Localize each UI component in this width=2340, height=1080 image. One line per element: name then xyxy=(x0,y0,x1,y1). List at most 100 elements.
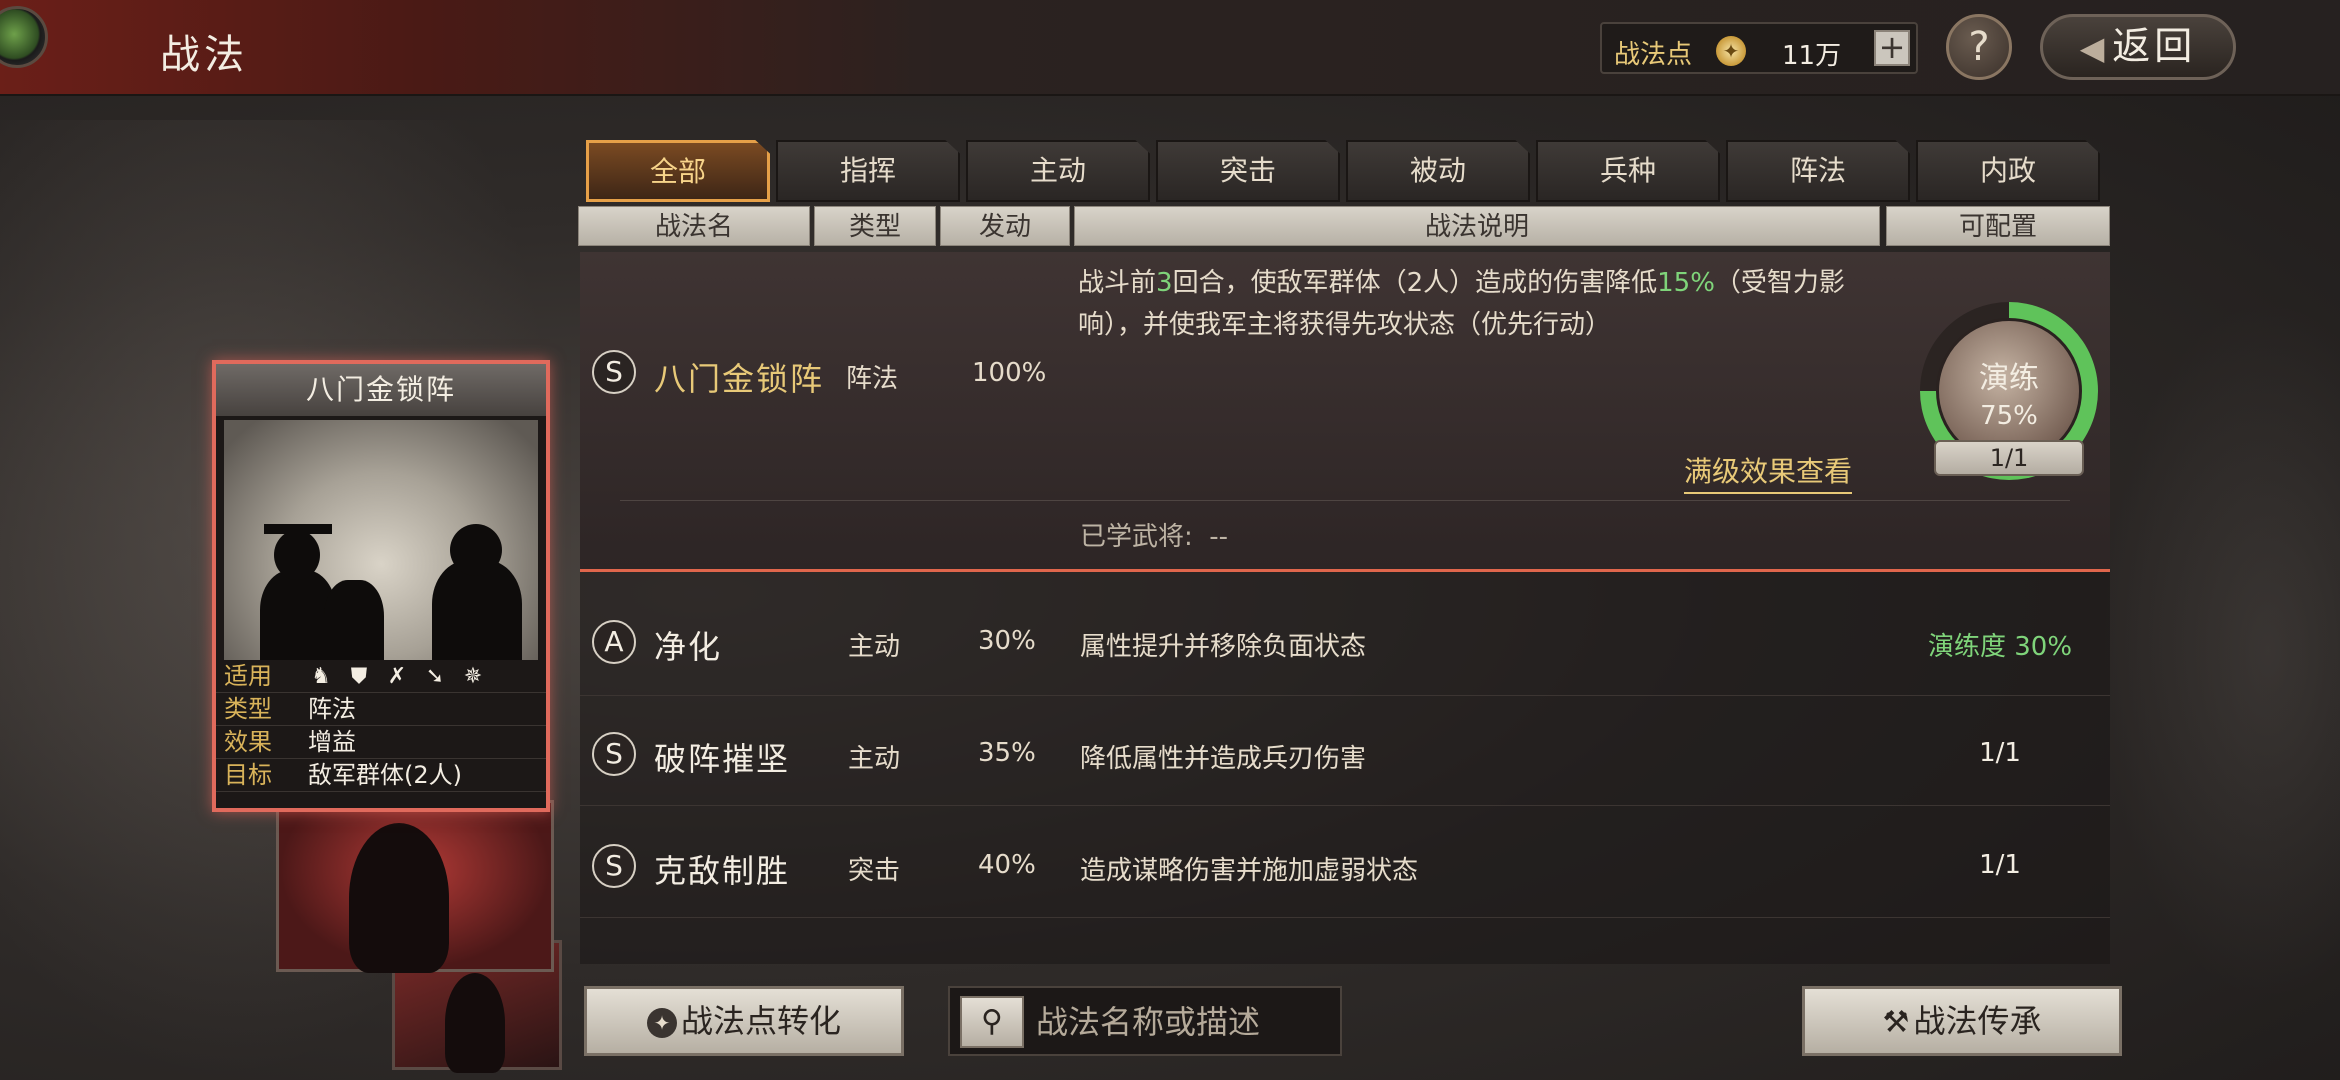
tab-active[interactable]: 主动 xyxy=(966,140,1150,202)
tab-troop[interactable]: 兵种 xyxy=(1536,140,1720,202)
tactic-points-box: 战法点 ✦ 11万 + xyxy=(1600,22,1918,74)
row-divider xyxy=(620,500,2070,501)
column-header-trigger[interactable]: 发动 xyxy=(940,206,1070,246)
tactic-description: 降低属性并造成兵刃伤害 xyxy=(1080,744,1367,774)
learned-label: 已学武将: xyxy=(1080,522,1193,552)
spear-icon: ➘ xyxy=(425,664,445,689)
hat-silhouette xyxy=(264,524,332,534)
top-bar: 战法 战法点 ✦ 11万 + ? ◀ 返回 xyxy=(0,0,2340,96)
convert-points-button[interactable]: ✦ 战法点转化 xyxy=(584,986,904,1056)
cavalry-icon: ♞ xyxy=(311,664,331,689)
inherit-label: 战法传承 xyxy=(1913,1002,2042,1040)
tab-internal[interactable]: 内政 xyxy=(1916,140,2100,202)
figure-silhouette xyxy=(324,580,384,660)
practice-value: 75% xyxy=(1980,401,2038,431)
tab-command[interactable]: 指挥 xyxy=(776,140,960,202)
tactic-name: 破阵摧坚 xyxy=(654,740,791,778)
prop-effect: 效果 增益 xyxy=(216,726,546,759)
tactic-description: 属性提升并移除负面状态 xyxy=(1080,632,1367,662)
desc-part-1: 战斗前 xyxy=(1078,268,1157,298)
stacked-card-back xyxy=(276,800,554,973)
column-header-desc-label: 战法说明 xyxy=(1424,212,1529,242)
prop-effect-value: 增益 xyxy=(308,728,356,756)
tab-formation[interactable]: 阵法 xyxy=(1726,140,1910,202)
help-button[interactable]: ? xyxy=(1946,14,2012,80)
page-title: 战法 xyxy=(160,32,248,78)
search-box: ⚲ xyxy=(948,986,1342,1056)
config-count: 1/1 xyxy=(1979,738,2021,768)
max-level-effect-link[interactable]: 满级效果查看 xyxy=(1684,450,1853,494)
wheel-icon: ✵ xyxy=(463,664,483,689)
prop-type-label: 类型 xyxy=(224,695,272,723)
prop-target-value: 敌军群体(2人) xyxy=(308,761,462,789)
figure-silhouette xyxy=(274,530,320,580)
selected-tactic-name: 八门金锁阵 xyxy=(654,360,825,398)
practice-status: 演练度 30% xyxy=(1927,632,2073,662)
desc-rounds: 3 xyxy=(1156,268,1173,298)
learned-generals: 已学武将: -- xyxy=(1080,516,1228,553)
back-label: 返回 xyxy=(2112,24,2197,68)
silhouette xyxy=(349,823,449,973)
prop-target-label: 目标 xyxy=(224,761,272,789)
selected-tactic-type: 阵法 xyxy=(846,364,899,394)
tactic-description: 造成谋略伤害并施加虚弱状态 xyxy=(1080,856,1419,886)
card-title: 八门金锁阵 xyxy=(216,364,546,416)
config-count: 1/1 xyxy=(1979,850,2021,880)
tactic-detail-card: 八门金锁阵 适用 ♞ ⛊ ✗ ➘ ✵ 类型 阵法 效果 增益 目标 敌军群体(2… xyxy=(212,360,550,812)
grade-badge: S xyxy=(592,844,636,888)
prop-apply-label: 适用 xyxy=(224,662,272,690)
prop-apply: 适用 ♞ ⛊ ✗ ➘ ✵ xyxy=(216,660,546,693)
bow-icon: ✗ xyxy=(387,664,407,689)
tactic-name: 克敌制胜 xyxy=(654,852,791,890)
silhouette xyxy=(445,973,505,1073)
tactic-point-coin-icon: ✦ xyxy=(1716,36,1746,66)
prop-target: 目标 敌军群体(2人) xyxy=(216,759,546,792)
hammer-icon: ⚒ xyxy=(1882,1005,1910,1040)
tactic-type: 突击 xyxy=(848,856,901,886)
convert-label: 战法点转化 xyxy=(680,1002,841,1040)
column-header-type[interactable]: 类型 xyxy=(814,206,936,246)
tactic-type: 主动 xyxy=(848,744,901,774)
category-tabs: 全部 指挥 主动 突击 被动 兵种 阵法 内政 xyxy=(586,140,2100,206)
grade-badge: A xyxy=(592,620,636,664)
tab-passive[interactable]: 被动 xyxy=(1346,140,1530,202)
tab-all[interactable]: 全部 xyxy=(586,140,770,202)
menu-orb-icon[interactable] xyxy=(0,6,48,68)
tactic-point-coin-icon: ✦ xyxy=(646,1008,677,1038)
tactic-points-value: 11万 xyxy=(1782,41,1842,71)
tactic-type: 主动 xyxy=(848,632,901,662)
applicable-troops: ♞ ⛊ ✗ ➘ ✵ xyxy=(308,664,486,690)
column-header-desc: 战法说明 xyxy=(1074,206,1880,246)
tactic-name: 净化 xyxy=(654,628,723,666)
back-button[interactable]: ◀ 返回 xyxy=(2040,14,2236,80)
tactic-rate: 40% xyxy=(978,850,1036,880)
grade-badge: S xyxy=(592,350,636,394)
practice-count-badge: 1/1 xyxy=(1934,440,2084,476)
tactic-points-label: 战法点 xyxy=(1614,40,1693,70)
search-input[interactable] xyxy=(1036,998,1332,1046)
figure-silhouette xyxy=(450,524,502,576)
selected-tactic-rate: 100% xyxy=(972,358,1047,388)
prop-type: 类型 阵法 xyxy=(216,693,546,726)
tactic-rate: 35% xyxy=(978,738,1036,768)
prop-effect-label: 效果 xyxy=(224,728,272,756)
search-icon[interactable]: ⚲ xyxy=(960,996,1024,1048)
add-points-button[interactable]: + xyxy=(1874,30,1910,66)
inherit-tactic-button[interactable]: ⚒ 战法传承 xyxy=(1802,986,2122,1056)
background-mist-right xyxy=(2100,300,2340,1000)
tactic-rate: 30% xyxy=(978,626,1036,656)
grade-badge: S xyxy=(592,732,636,776)
learned-value: -- xyxy=(1209,522,1229,552)
desc-part-2: 回合，使敌军群体（2人）造成的伤害降低 xyxy=(1172,268,1658,298)
column-header-name[interactable]: 战法名 xyxy=(578,206,810,246)
prop-type-value: 阵法 xyxy=(308,695,356,723)
card-properties: 适用 ♞ ⛊ ✗ ➘ ✵ 类型 阵法 效果 增益 目标 敌军群体(2人) xyxy=(216,660,546,792)
desc-percent: 15% xyxy=(1657,268,1715,298)
selected-tactic-description: 战斗前3回合，使敌军群体（2人）造成的伤害降低15%（受智力影响），并使我军主将… xyxy=(1078,262,1888,346)
back-arrow-icon: ◀ xyxy=(2079,29,2109,67)
column-header-config[interactable]: 可配置 xyxy=(1886,206,2110,246)
shield-icon: ⛊ xyxy=(350,664,368,689)
practice-label: 演练 xyxy=(1979,361,2039,396)
card-artwork xyxy=(224,420,538,660)
tab-assault[interactable]: 突击 xyxy=(1156,140,1340,202)
